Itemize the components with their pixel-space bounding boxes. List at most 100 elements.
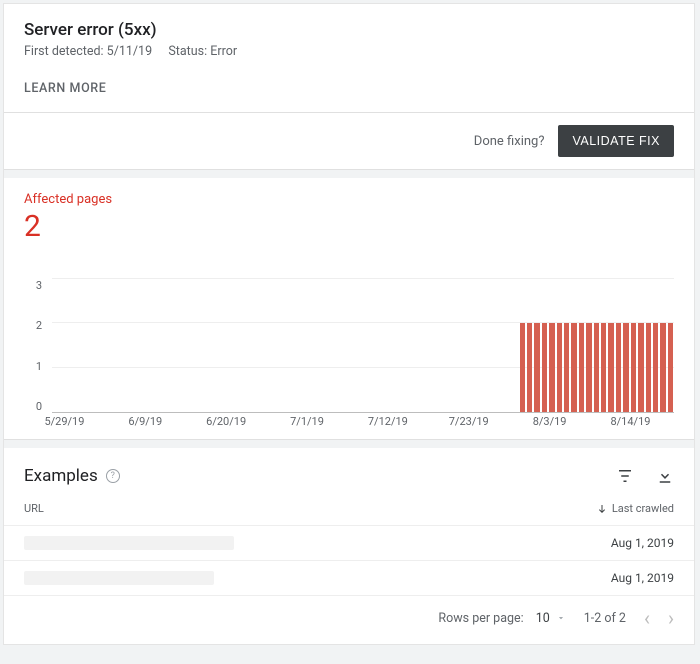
chart-bar [164, 279, 169, 412]
table-row[interactable]: Aug 1, 2019 [4, 560, 694, 595]
chart-bar [120, 279, 125, 412]
chart-bar [564, 279, 569, 412]
chart-bar [112, 279, 117, 412]
chart-bar [179, 279, 184, 412]
chart-bar [90, 279, 95, 412]
chart-bar [83, 279, 88, 412]
affected-pages-chart: 3210 5/29/196/9/196/20/197/1/197/12/197/… [4, 249, 694, 439]
first-detected-value: 5/11/19 [107, 44, 152, 59]
chevron-down-icon [556, 613, 566, 623]
pager-prev-button[interactable]: ‹ [644, 608, 650, 628]
rows-per-page-select[interactable]: 10 [536, 611, 566, 626]
chart-bar [438, 279, 443, 412]
chart-bar [127, 279, 132, 412]
chart-bar [446, 279, 451, 412]
chart-bar [364, 279, 369, 412]
url-cell [24, 571, 214, 585]
chart-bar [201, 279, 206, 412]
validate-fix-button[interactable]: VALIDATE FIX [558, 125, 674, 157]
chart-bar [505, 279, 510, 412]
chart-bar [53, 279, 58, 412]
affected-pages-count: 2 [24, 209, 674, 245]
chart-bar [497, 279, 502, 412]
chart-bar [223, 279, 228, 412]
chart-bar [453, 279, 458, 412]
chart-bar [601, 279, 606, 412]
chart-bar [512, 279, 517, 412]
chart-bar [616, 279, 621, 412]
chart-bar [342, 279, 347, 412]
chart-bar [68, 279, 73, 412]
chart-bar [172, 279, 177, 412]
learn-more-link[interactable]: LEARN MORE [24, 81, 674, 96]
chart-bar [327, 279, 332, 412]
help-icon[interactable]: ? [106, 469, 120, 483]
filter-icon[interactable] [616, 467, 634, 485]
chart-bar [149, 279, 154, 412]
pager-next-button[interactable]: › [668, 608, 674, 628]
chart-bar [586, 279, 591, 412]
chart-bar [194, 279, 199, 412]
chart-bar [275, 279, 280, 412]
chart-bar [608, 279, 613, 412]
page-title: Server error (5xx) [24, 20, 674, 40]
chart-bar [157, 279, 162, 412]
chart-bar [260, 279, 265, 412]
chart-bar [668, 279, 673, 412]
status-value: Error [210, 44, 237, 59]
chart-bar [305, 279, 310, 412]
chart-bar [401, 279, 406, 412]
chart-bar [312, 279, 317, 412]
arrow-down-icon [596, 503, 608, 515]
chart-bar [646, 279, 651, 412]
chart-bar [423, 279, 428, 412]
column-header-last-crawled[interactable]: Last crawled [596, 502, 674, 515]
y-axis-tick: 1 [24, 360, 42, 373]
chart-bar [371, 279, 376, 412]
chart-bar [520, 279, 525, 412]
chart-bar [268, 279, 273, 412]
rows-per-page-label: Rows per page: [438, 611, 523, 626]
chart-bar [75, 279, 80, 412]
x-axis-tick: 8/3/19 [533, 415, 567, 428]
y-axis-tick: 3 [24, 279, 42, 292]
chart-bar [253, 279, 258, 412]
chart-bar [571, 279, 576, 412]
chart-bar [334, 279, 339, 412]
x-axis-tick: 7/1/19 [290, 415, 324, 428]
chart-bar [186, 279, 191, 412]
chart-bar [594, 279, 599, 412]
y-axis-tick: 2 [24, 319, 42, 332]
chart-bar [579, 279, 584, 412]
chart-bar [297, 279, 302, 412]
chart-bar [60, 279, 65, 412]
chart-bar [542, 279, 547, 412]
chart-bar [209, 279, 214, 412]
chart-bar [631, 279, 636, 412]
chart-bar [653, 279, 658, 412]
table-row[interactable]: Aug 1, 2019 [4, 525, 694, 560]
x-axis-tick: 7/12/19 [368, 415, 408, 428]
chart-bar [409, 279, 414, 412]
chart-bar [534, 279, 539, 412]
chart-bar [105, 279, 110, 412]
detection-status-line: First detected: 5/11/19 Status: Error [24, 44, 674, 59]
y-axis-tick: 0 [24, 400, 42, 413]
chart-bar [490, 279, 495, 412]
done-fixing-label: Done fixing? [474, 134, 545, 149]
chart-bar [386, 279, 391, 412]
chart-bar [379, 279, 384, 412]
last-crawled-cell: Aug 1, 2019 [611, 536, 674, 550]
x-axis-tick: 5/29/19 [44, 415, 84, 428]
chart-bar [231, 279, 236, 412]
chart-bar [246, 279, 251, 412]
chart-bar [475, 279, 480, 412]
x-axis-tick: 7/23/19 [449, 415, 489, 428]
affected-pages-label: Affected pages [24, 192, 674, 207]
chart-bar [97, 279, 102, 412]
chart-bar [349, 279, 354, 412]
last-crawled-cell: Aug 1, 2019 [611, 571, 674, 585]
chart-bar [238, 279, 243, 412]
download-icon[interactable] [656, 467, 674, 485]
column-header-url[interactable]: URL [24, 502, 44, 515]
